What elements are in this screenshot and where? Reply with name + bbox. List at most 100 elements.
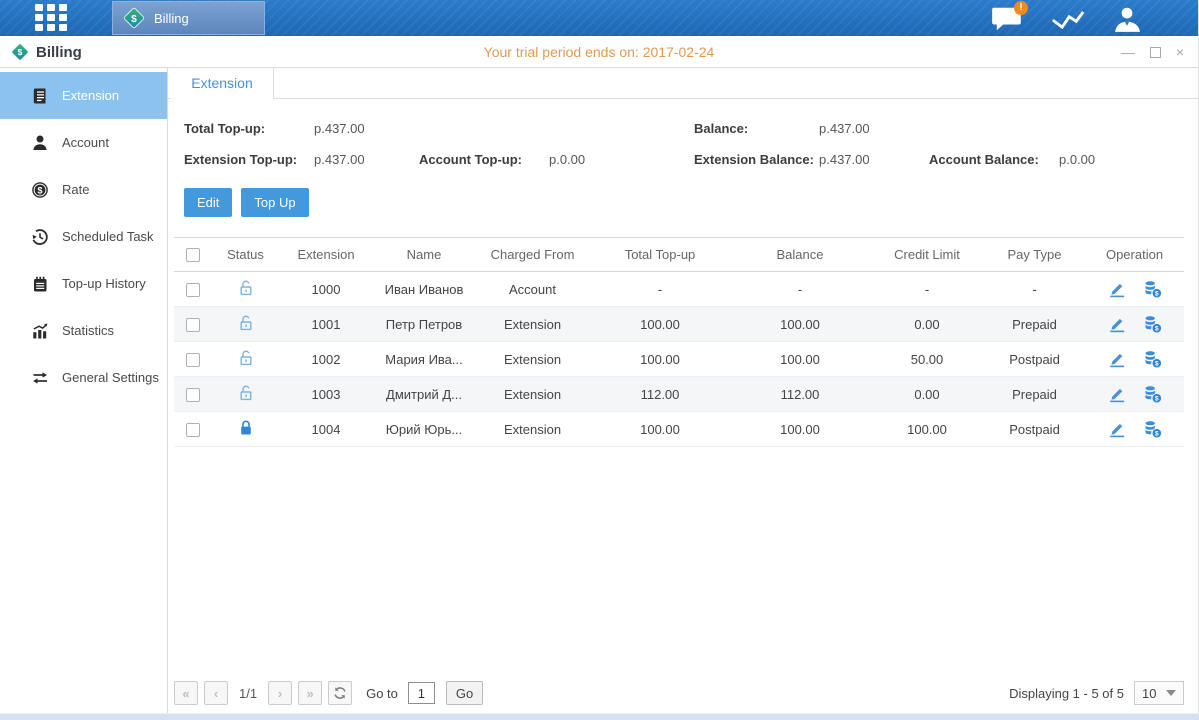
row-select-cell: [174, 307, 212, 342]
svg-text:$: $: [1154, 291, 1158, 298]
row-checkbox[interactable]: [186, 283, 200, 297]
cell-credit-limit: 100.00: [870, 412, 984, 447]
os-topbar: $ Billing !: [0, 0, 1198, 36]
table-row-1000: 1000Иван ИвановAccount----$: [174, 272, 1184, 307]
cell-name: Иван Иванов: [373, 272, 475, 307]
person-glyph: [1110, 5, 1144, 33]
edit-pencil-icon[interactable]: [1107, 384, 1127, 404]
cell-total-topup: 112.00: [590, 377, 730, 412]
svg-text:$: $: [37, 185, 42, 195]
cell-extension: 1004: [279, 412, 373, 447]
cell-total-topup: 100.00: [590, 412, 730, 447]
row-checkbox[interactable]: [186, 353, 200, 367]
refresh-icon: [333, 686, 347, 700]
taskbar-tab-billing[interactable]: $ Billing: [112, 1, 265, 35]
taskbar-tab-label: Billing: [154, 11, 189, 26]
cell-charged-from: Extension: [475, 342, 590, 377]
minimize-button[interactable]: —: [1121, 45, 1135, 59]
cell-operation: $: [1085, 272, 1184, 307]
topup-history-icon: [31, 275, 49, 293]
sidebar-item-general-settings[interactable]: General Settings: [0, 354, 167, 401]
topup-coins-icon[interactable]: $: [1143, 279, 1163, 299]
edit-button[interactable]: Edit: [184, 188, 232, 217]
column-header-pay-type: Pay Type: [984, 238, 1085, 272]
edit-pencil-icon[interactable]: [1107, 349, 1127, 369]
cell-extension: 1002: [279, 342, 373, 377]
extension-icon: [31, 87, 49, 105]
page-indicator: 1/1: [239, 686, 257, 701]
cell-balance: 100.00: [730, 342, 870, 377]
column-header-credit-limit: Credit Limit: [870, 238, 984, 272]
sidebar-item-statistics[interactable]: Statistics: [0, 307, 167, 354]
cell-balance: 100.00: [730, 307, 870, 342]
page-size-value: 10: [1142, 686, 1156, 701]
last-page-button[interactable]: »: [298, 681, 322, 705]
topup-coins-icon[interactable]: $: [1143, 314, 1163, 334]
pagination-right: Displaying 1 - 5 of 5 10: [1009, 681, 1184, 705]
refresh-button[interactable]: [328, 681, 352, 705]
billing-title-icon: $: [10, 42, 30, 62]
account-balance-label: Account Balance:: [929, 144, 1059, 175]
cell-credit-limit: 0.00: [870, 307, 984, 342]
cell-status: [212, 377, 279, 412]
account-balance-value: p.0.00: [1059, 152, 1095, 167]
sidebar-item-rate[interactable]: $ Rate: [0, 166, 167, 213]
lock-closed-icon: [238, 419, 254, 438]
sidebar-item-label: Top-up History: [62, 276, 146, 291]
go-button[interactable]: Go: [446, 681, 483, 705]
maximize-button[interactable]: [1150, 47, 1161, 58]
table-row-1003: 1003Дмитрий Д...Extension112.00112.000.0…: [174, 377, 1184, 412]
topup-coins-icon[interactable]: $: [1143, 384, 1163, 404]
cell-extension: 1000: [279, 272, 373, 307]
reports-chart-icon[interactable]: [1050, 5, 1090, 33]
sidebar-item-top-up-history[interactable]: Top-up History: [0, 260, 167, 307]
cell-credit-limit: -: [870, 272, 984, 307]
sidebar-item-label: Rate: [62, 182, 89, 197]
sidebar-item-extension[interactable]: Extension: [0, 72, 167, 119]
sidebar: ExtensionAccount $ Rate Scheduled Task Top-u…: [0, 68, 168, 713]
prev-page-button[interactable]: ‹: [204, 681, 228, 705]
balance-summary: Total Top-up:p.437.00Balance:p.437.00 Ex…: [184, 113, 1198, 175]
line-chart-glyph: [1050, 5, 1086, 33]
table-row-1002: 1002Мария Ива...Extension100.00100.0050.…: [174, 342, 1184, 377]
edit-pencil-icon[interactable]: [1107, 314, 1127, 334]
top-up-button[interactable]: Top Up: [241, 188, 308, 217]
goto-label: Go to: [366, 686, 398, 701]
select-all-checkbox[interactable]: [186, 248, 200, 262]
edit-pencil-icon[interactable]: [1107, 279, 1127, 299]
action-buttons: Edit Top Up: [184, 188, 1198, 217]
sidebar-item-label: Scheduled Task: [62, 229, 154, 244]
topup-coins-icon[interactable]: $: [1143, 349, 1163, 369]
cell-credit-limit: 50.00: [870, 342, 984, 377]
edit-pencil-icon[interactable]: [1107, 419, 1127, 439]
user-account-icon[interactable]: [1110, 5, 1150, 33]
cell-status: [212, 272, 279, 307]
sidebar-item-scheduled-task[interactable]: Scheduled Task: [0, 213, 167, 260]
table-header-row: StatusExtensionNameCharged FromTotal Top…: [174, 238, 1184, 272]
apps-grid-icon[interactable]: [34, 3, 68, 33]
close-button[interactable]: ×: [1176, 45, 1184, 59]
messages-icon[interactable]: !: [990, 5, 1030, 33]
table-row-1001: 1001Петр ПетровExtension100.00100.000.00…: [174, 307, 1184, 342]
tab-extension[interactable]: Extension: [171, 68, 274, 99]
select-all-cell: [174, 238, 212, 272]
sidebar-item-account[interactable]: Account: [0, 119, 167, 166]
tab-bar: Extension: [168, 68, 1198, 99]
column-header-extension: Extension: [279, 238, 373, 272]
account-topup-value: p.0.00: [549, 144, 694, 175]
page-size-select[interactable]: 10: [1134, 681, 1184, 705]
first-page-button[interactable]: «: [174, 681, 198, 705]
account-topup-label: Account Top-up:: [419, 144, 549, 175]
row-checkbox[interactable]: [186, 388, 200, 402]
general-settings-icon: [31, 369, 49, 387]
main-content: Extension Total Top-up:p.437.00Balance:p…: [168, 68, 1198, 713]
lock-open-icon: [238, 384, 254, 403]
cell-total-topup: 100.00: [590, 342, 730, 377]
row-checkbox[interactable]: [186, 423, 200, 437]
topup-coins-icon[interactable]: $: [1143, 419, 1163, 439]
row-checkbox[interactable]: [186, 318, 200, 332]
cell-charged-from: Extension: [475, 412, 590, 447]
goto-page-input[interactable]: [408, 682, 435, 704]
next-page-button[interactable]: ›: [268, 681, 292, 705]
window-bottom-edge: [0, 713, 1198, 720]
